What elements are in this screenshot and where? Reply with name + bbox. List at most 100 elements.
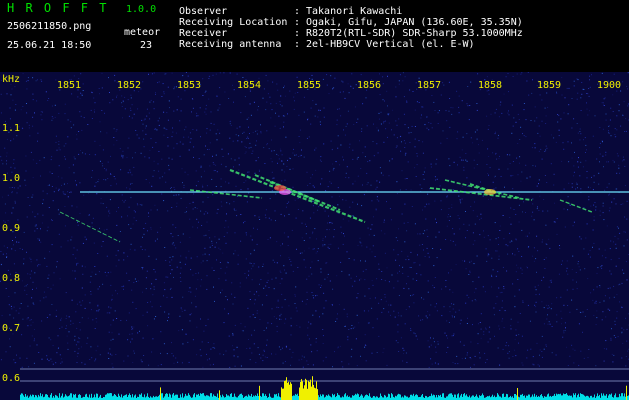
noise-pixel	[418, 140, 420, 142]
noise-pixel	[415, 335, 417, 337]
noise-pixel	[244, 152, 246, 154]
noise-pixel	[213, 343, 215, 345]
noise-pixel	[297, 92, 299, 93]
noise-pixel	[113, 144, 115, 146]
noise-pixel	[627, 88, 628, 90]
noise-pixel	[573, 118, 575, 120]
noise-pixel	[155, 316, 157, 317]
noise-pixel	[560, 296, 562, 298]
noise-pixel	[386, 267, 388, 269]
noise-pixel	[286, 203, 288, 204]
noise-pixel	[43, 157, 45, 159]
noise-pixel	[361, 205, 363, 207]
noise-pixel	[64, 158, 66, 160]
noise-pixel	[147, 230, 148, 232]
noise-pixel	[369, 160, 371, 162]
noise-pixel	[58, 141, 60, 142]
noise-pixel	[352, 158, 354, 160]
activity-bar	[567, 394, 568, 400]
activity-bar	[541, 394, 542, 400]
noise-pixel	[276, 153, 278, 155]
activity-bar	[209, 396, 210, 400]
noise-pixel	[108, 209, 110, 211]
noise-pixel	[585, 144, 587, 146]
noise-pixel	[486, 164, 488, 165]
activity-bar	[575, 393, 576, 400]
noise-pixel	[404, 203, 406, 205]
noise-pixel	[386, 90, 388, 92]
noise-pixel	[151, 283, 153, 285]
noise-pixel	[294, 100, 295, 102]
noise-pixel	[623, 329, 625, 331]
noise-pixel	[461, 100, 463, 102]
noise-pixel	[363, 194, 365, 196]
noise-pixel	[360, 355, 361, 357]
noise-pixel	[541, 99, 543, 101]
noise-pixel	[398, 118, 400, 120]
noise-pixel	[409, 142, 411, 143]
noise-pixel	[93, 242, 95, 244]
noise-pixel	[561, 317, 563, 319]
noise-pixel	[547, 314, 548, 316]
noise-pixel	[80, 150, 81, 151]
noise-pixel	[29, 273, 31, 275]
activity-bar	[547, 394, 548, 400]
noise-pixel	[29, 135, 31, 137]
noise-pixel	[498, 325, 500, 327]
noise-pixel	[621, 160, 623, 162]
noise-pixel	[376, 352, 378, 353]
noise-pixel	[38, 352, 40, 353]
noise-pixel	[150, 228, 152, 230]
noise-pixel	[357, 156, 359, 158]
noise-pixel	[328, 93, 330, 95]
noise-pixel	[267, 80, 269, 82]
noise-pixel	[433, 287, 435, 289]
noise-pixel	[218, 107, 220, 109]
noise-pixel	[447, 337, 448, 339]
noise-pixel	[613, 161, 615, 163]
noise-pixel	[473, 364, 475, 366]
activity-bar	[113, 395, 114, 400]
noise-pixel	[199, 107, 201, 109]
noise-pixel	[488, 156, 490, 157]
noise-pixel	[395, 237, 397, 239]
noise-pixel	[532, 198, 534, 200]
noise-pixel	[531, 255, 533, 257]
noise-pixel	[114, 80, 116, 82]
noise-pixel	[25, 155, 27, 157]
noise-pixel	[14, 109, 16, 111]
noise-pixel	[440, 142, 442, 144]
noise-pixel	[294, 199, 296, 201]
noise-pixel	[345, 199, 347, 201]
noise-pixel	[544, 107, 546, 109]
noise-pixel	[436, 303, 437, 305]
noise-pixel	[617, 284, 619, 286]
noise-pixel	[587, 114, 589, 116]
activity-bar	[238, 395, 239, 400]
noise-pixel	[181, 329, 183, 331]
noise-pixel	[265, 285, 267, 287]
noise-pixel	[249, 299, 251, 300]
noise-pixel	[510, 175, 512, 177]
noise-pixel	[580, 97, 582, 99]
noise-pixel	[242, 132, 244, 134]
activity-bar	[356, 394, 357, 400]
activity-bar	[226, 394, 227, 400]
noise-pixel	[102, 203, 104, 205]
noise-pixel	[13, 159, 15, 161]
noise-pixel	[457, 215, 459, 216]
noise-pixel	[373, 123, 374, 125]
noise-pixel	[56, 149, 58, 151]
noise-pixel	[587, 186, 589, 188]
noise-pixel	[357, 293, 359, 294]
noise-pixel	[189, 314, 191, 316]
noise-pixel	[428, 256, 430, 258]
noise-pixel	[603, 98, 605, 100]
noise-pixel	[178, 194, 180, 196]
noise-pixel	[284, 269, 285, 271]
noise-pixel	[190, 269, 192, 271]
noise-pixel	[546, 243, 548, 245]
noise-pixel	[61, 326, 63, 328]
noise-pixel	[618, 257, 620, 259]
noise-pixel	[379, 94, 381, 96]
